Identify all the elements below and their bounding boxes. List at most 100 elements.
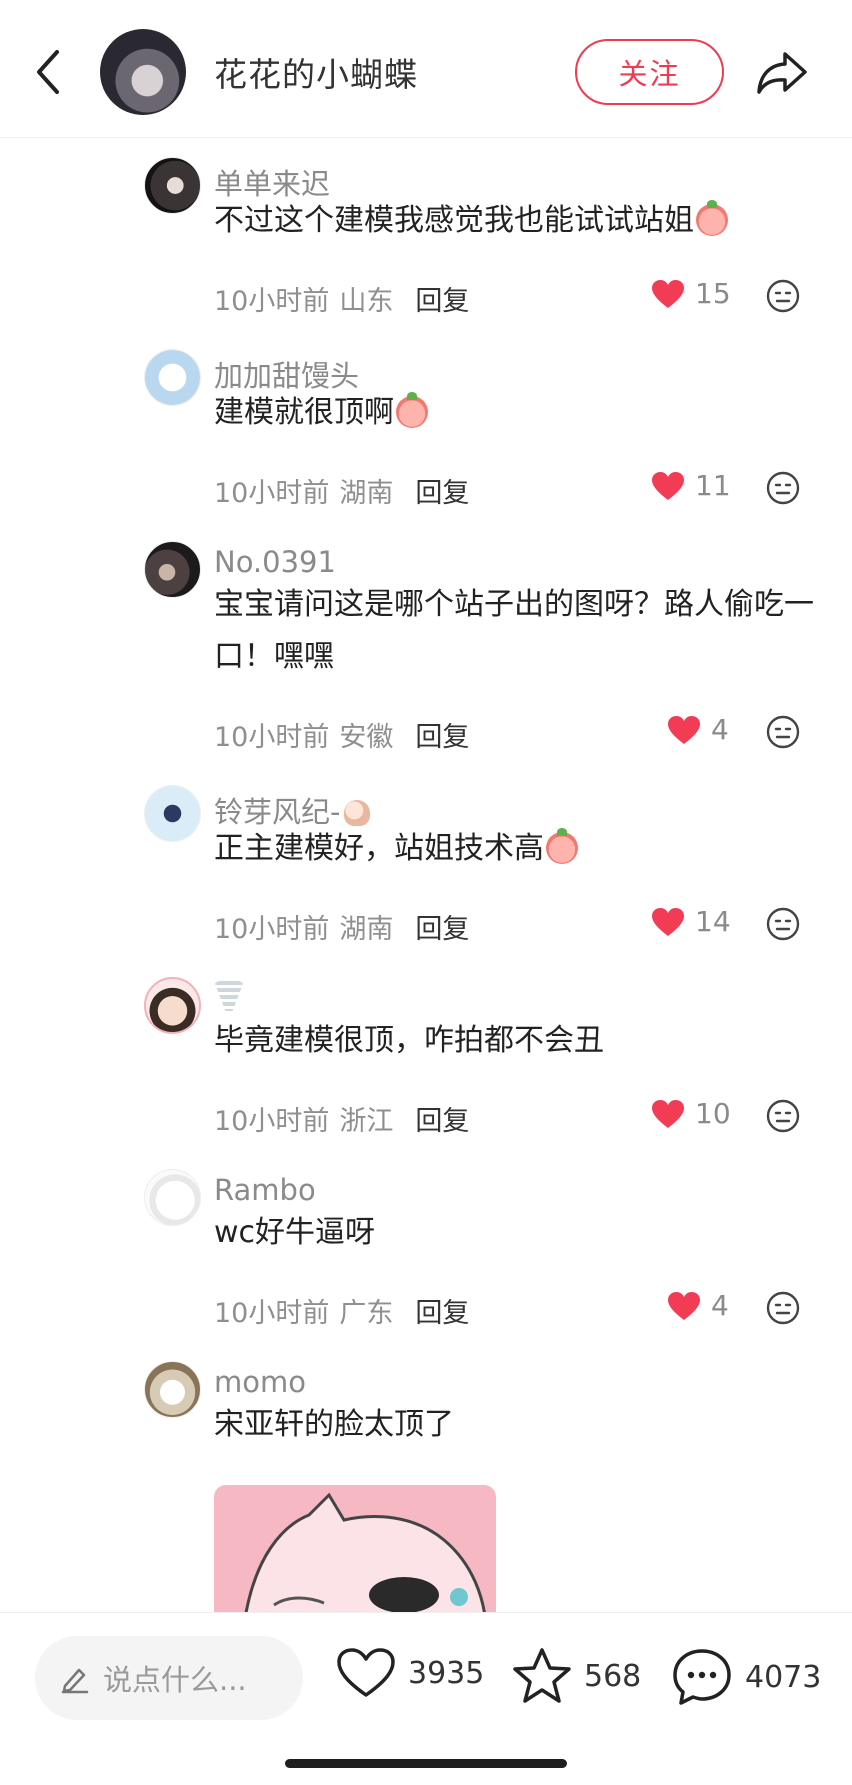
heart-icon <box>668 1291 700 1320</box>
home-indicator[interactable] <box>285 1759 567 1768</box>
back-arrow-icon <box>37 50 59 94</box>
comment-time: 10小时前 <box>214 722 330 753</box>
emoji-face-icon[interactable] <box>766 279 800 313</box>
emoji-face-icon[interactable] <box>766 907 800 941</box>
comment-text: 不过这个建模我感觉我也能试试站姐 <box>214 195 814 247</box>
like-button[interactable]: 10 <box>651 1097 731 1130</box>
comment-meta: 10小时前 广东 回复 <box>214 1291 469 1330</box>
heart-icon <box>652 1099 684 1128</box>
avatar[interactable] <box>144 977 201 1034</box>
comment-meta: 10小时前 安徽 回复 <box>214 715 469 754</box>
reply-button[interactable]: 回复 <box>415 1291 469 1330</box>
emoji-icon <box>396 392 428 428</box>
like-button[interactable]: 11 <box>651 469 731 502</box>
comment-location: 浙江 <box>339 1106 394 1137</box>
comment-username[interactable] <box>214 981 244 1018</box>
emoji-face-icon[interactable] <box>766 1291 800 1325</box>
top-bar: 花花的小蝴蝶 关注 <box>0 0 852 138</box>
emoji-face-icon[interactable] <box>766 715 800 749</box>
avatar[interactable] <box>144 1361 201 1418</box>
like-button[interactable]: 14 <box>651 905 731 938</box>
comment-time: 10小时前 <box>214 478 330 509</box>
favorite-total: 568 <box>584 1658 642 1694</box>
reply-button[interactable]: 回复 <box>415 1099 469 1138</box>
reply-button[interactable]: 回复 <box>415 471 469 510</box>
comment-text-content: 建模就很顶啊 <box>214 395 394 430</box>
comment-meta: 10小时前 浙江 回复 <box>214 1099 469 1138</box>
comment-text: 毕竟建模很顶，咋拍都不会丑 <box>214 1015 814 1067</box>
emoji-face-icon[interactable] <box>766 1099 800 1133</box>
comment-input-placeholder: 说点什么... <box>103 1663 247 1697</box>
comment-text-content: 宝宝请问这是哪个站子出的图呀？路人偷吃一口！嘿嘿 <box>214 587 814 674</box>
emoji-icon <box>546 828 578 864</box>
comment-location: 山东 <box>339 286 394 317</box>
heart-icon <box>652 471 684 500</box>
like-total: 3935 <box>408 1655 485 1691</box>
comment-location: 湖南 <box>339 914 394 945</box>
like-count: 4 <box>711 713 729 746</box>
page: 花花的小蝴蝶 关注 单单来迟 不过这个建模我感觉我也能试试站姐 10小时前 山东… <box>0 0 852 1785</box>
heart-icon <box>652 907 684 936</box>
like-count: 15 <box>695 277 731 310</box>
like-count: 11 <box>695 469 731 502</box>
tornado-emoji-icon <box>214 981 244 1011</box>
comment-text-content: 不过这个建模我感觉我也能试试站姐 <box>214 203 694 238</box>
reply-button[interactable]: 回复 <box>415 907 469 946</box>
comment-text: 建模就很顶啊 <box>214 387 814 439</box>
like-count: 4 <box>711 1289 729 1322</box>
star-icon <box>513 1648 571 1703</box>
comment-location: 广东 <box>339 1298 394 1329</box>
reply-button[interactable]: 回复 <box>415 279 469 318</box>
comment-meta: 10小时前 湖南 回复 <box>214 471 469 510</box>
like-count: 14 <box>695 905 731 938</box>
comment-input[interactable]: 说点什么... <box>35 1636 303 1720</box>
author-name[interactable]: 花花的小蝴蝶 <box>214 48 418 96</box>
avatar[interactable] <box>144 785 201 842</box>
heart-icon <box>652 279 684 308</box>
sticker-illustration <box>244 1492 486 1612</box>
comment-username[interactable]: momo <box>214 1365 306 1399</box>
comment-meta: 10小时前 湖南 回复 <box>214 907 469 946</box>
comment-text-content: wc好牛逼呀 <box>214 1215 376 1250</box>
share-icon <box>757 52 807 94</box>
reply-button[interactable]: 回复 <box>415 715 469 754</box>
share-button[interactable] <box>752 42 812 102</box>
comment-username[interactable]: No.0391 <box>214 545 336 579</box>
comment-text: 宝宝请问这是哪个站子出的图呀？路人偷吃一口！嘿嘿 <box>214 579 814 683</box>
comments-button[interactable]: 4073 <box>671 1647 821 1707</box>
like-post-button[interactable]: 3935 <box>336 1647 484 1699</box>
comment-text-content: 毕竟建模很顶，咋拍都不会丑 <box>214 1023 604 1058</box>
comment-text: 正主建模好，站姐技术高 <box>214 823 814 875</box>
emoji-icon <box>696 200 728 236</box>
bottom-action-bar: 说点什么... 3935 568 4073 <box>0 1612 852 1785</box>
comment-list: 单单来迟 不过这个建模我感觉我也能试试站姐 10小时前 山东 回复 15 加加甜… <box>0 139 852 1612</box>
back-button[interactable] <box>26 44 70 100</box>
heart-icon <box>668 715 700 744</box>
avatar[interactable] <box>144 349 201 406</box>
like-button[interactable]: 4 <box>667 1289 729 1322</box>
like-button[interactable]: 4 <box>667 713 729 746</box>
comment-time: 10小时前 <box>214 1106 330 1137</box>
favorite-button[interactable]: 568 <box>512 1647 641 1705</box>
heart-icon <box>337 1648 395 1697</box>
pencil-icon <box>61 1668 89 1694</box>
comment-text-content: 宋亚轩的脸太顶了 <box>214 1407 454 1442</box>
comment-location: 湖南 <box>339 478 394 509</box>
emoji-face-icon[interactable] <box>766 471 800 505</box>
comment-sticker-image[interactable] <box>214 1485 496 1612</box>
comment-time: 10小时前 <box>214 914 330 945</box>
comment-text: wc好牛逼呀 <box>214 1207 814 1259</box>
avatar[interactable] <box>144 1169 201 1226</box>
follow-button[interactable]: 关注 <box>575 39 724 105</box>
avatar[interactable] <box>144 541 201 598</box>
author-avatar[interactable] <box>100 29 186 115</box>
comment-text: 宋亚轩的脸太顶了 <box>214 1399 814 1451</box>
comment-location: 安徽 <box>339 722 394 753</box>
comment-bubble-icon <box>673 1649 731 1705</box>
like-count: 10 <box>695 1097 731 1130</box>
comment-username[interactable]: Rambo <box>214 1173 316 1207</box>
comment-time: 10小时前 <box>214 1298 330 1329</box>
like-button[interactable]: 15 <box>651 277 731 310</box>
comment-text-content: 正主建模好，站姐技术高 <box>214 831 544 866</box>
avatar[interactable] <box>144 157 201 214</box>
